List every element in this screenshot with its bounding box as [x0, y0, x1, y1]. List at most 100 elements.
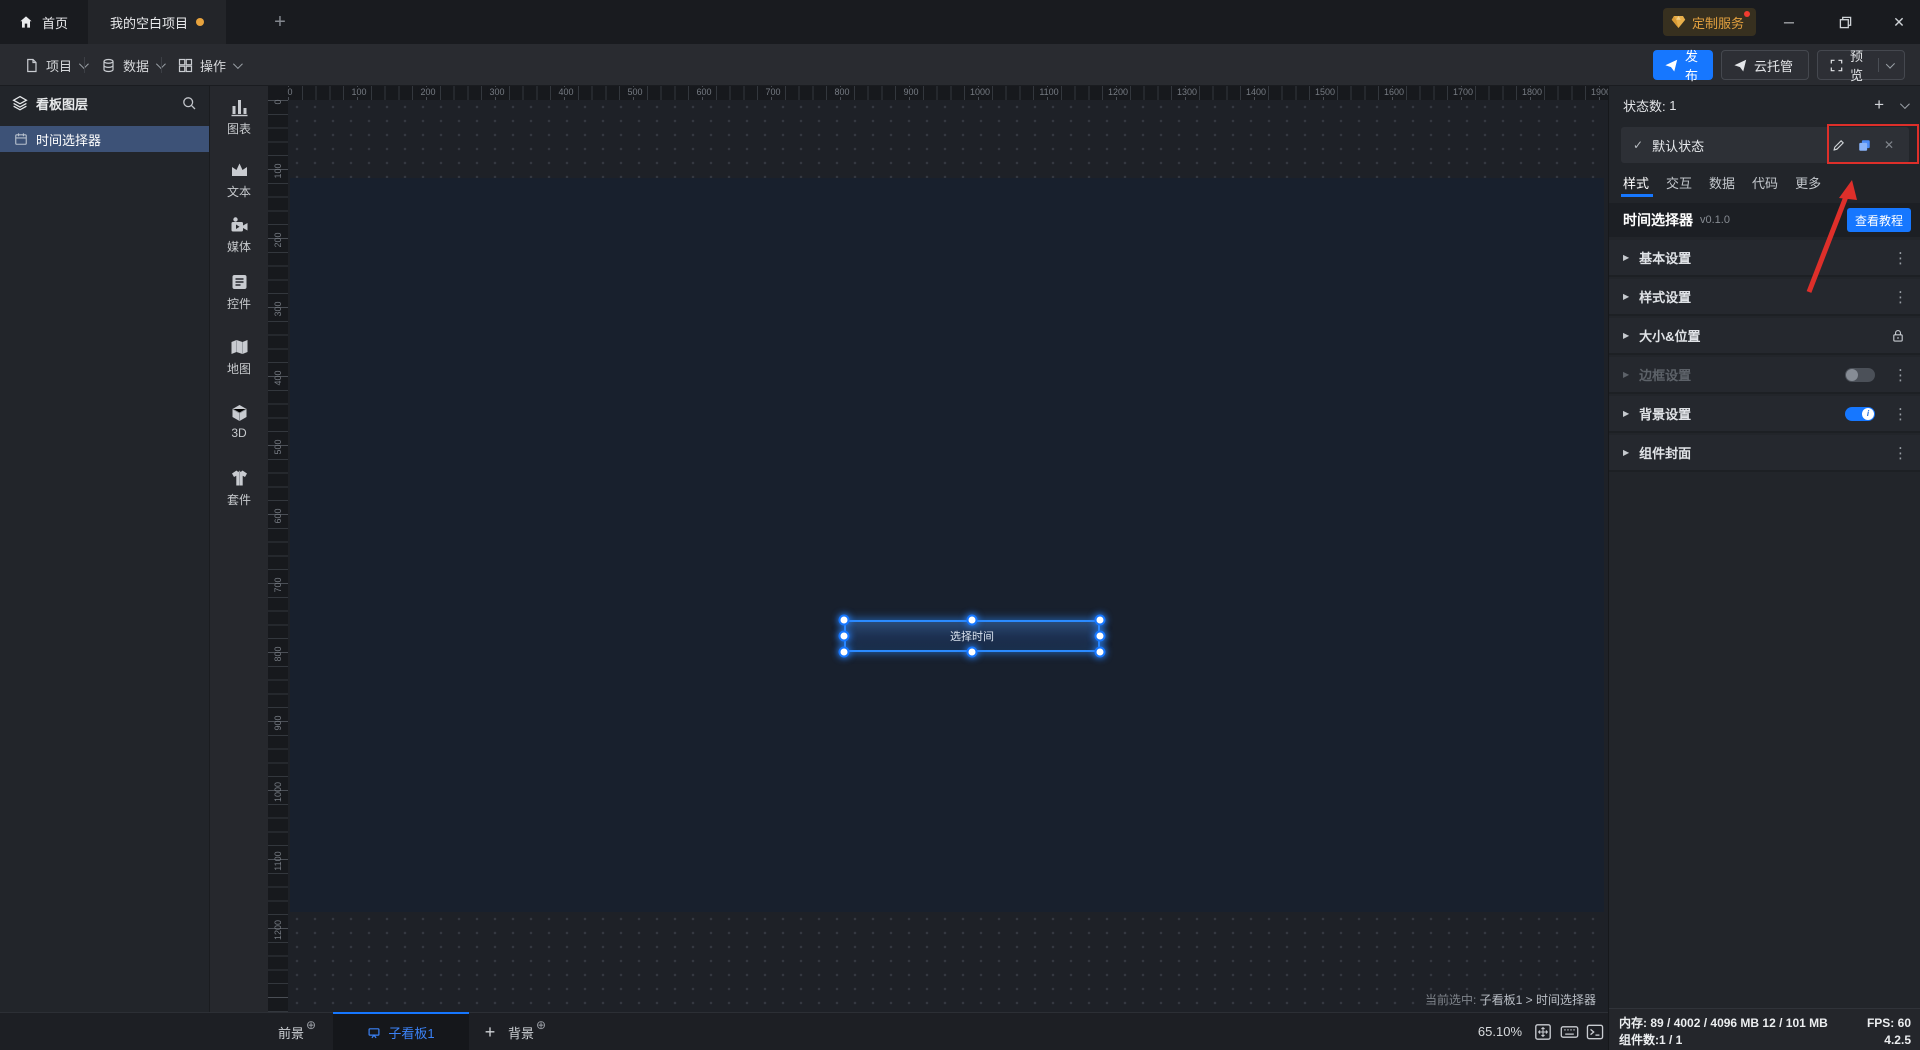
background-group[interactable]: 背景 ⊕: [508, 1013, 546, 1050]
zoom-level[interactable]: 65.10%: [1462, 1024, 1522, 1039]
section-size-position[interactable]: ▶ 大小&位置: [1609, 318, 1920, 355]
plus-icon: +: [485, 1022, 496, 1043]
kebab-menu-icon[interactable]: ⋮: [1893, 405, 1907, 423]
restore-icon: [1839, 16, 1852, 29]
fit-screen-button[interactable]: [1532, 1022, 1554, 1042]
time-picker-widget[interactable]: 选择时间: [844, 620, 1100, 652]
console-button[interactable]: [1584, 1022, 1606, 1042]
component-header: 时间选择器 v0.1.0 查看教程: [1609, 203, 1920, 237]
preview-button[interactable]: 预览: [1817, 50, 1905, 80]
foreground-group[interactable]: 前景 ⊕: [278, 1013, 316, 1050]
shortcut-keys-button[interactable]: [1558, 1022, 1580, 1042]
project-tab[interactable]: 我的空白项目: [88, 0, 226, 44]
kebab-menu-icon[interactable]: ⋮: [1893, 366, 1907, 384]
dashboard-board[interactable]: 选择时间: [290, 178, 1604, 912]
easel-icon: [367, 1026, 381, 1040]
menu-operate-label: 操作: [200, 56, 226, 75]
home-tab[interactable]: 首页: [0, 0, 86, 44]
border-toggle-off[interactable]: [1845, 368, 1875, 382]
kebab-menu-icon[interactable]: ⋮: [1893, 288, 1907, 306]
add-board-button[interactable]: +: [478, 1013, 502, 1050]
title-bar: 首页 我的空白项目 + 定制服务 ─ ✕: [0, 0, 1920, 44]
tshirt-icon: [229, 468, 250, 488]
calendar-icon: [14, 132, 28, 146]
section-background-settings[interactable]: ▶ 背景设置 i ⋮: [1609, 396, 1920, 433]
publish-button[interactable]: 发布: [1653, 50, 1713, 80]
add-background-icon[interactable]: ⊕: [536, 1018, 546, 1032]
chevron-down-icon[interactable]: [1900, 99, 1910, 109]
terminal-icon: [1586, 1024, 1604, 1040]
section-component-cover[interactable]: ▶ 组件封面 ⋮: [1609, 435, 1920, 472]
section-style-settings[interactable]: ▶ 样式设置 ⋮: [1609, 279, 1920, 316]
layer-item-time-picker[interactable]: 时间选择器: [0, 126, 209, 152]
project-tab-label: 我的空白项目: [110, 13, 188, 32]
kebab-menu-icon[interactable]: ⋮: [1893, 444, 1907, 462]
selection-handle-se[interactable]: [1097, 649, 1104, 656]
search-icon[interactable]: [181, 95, 197, 111]
caret-icon: ▶: [1623, 409, 1629, 418]
toolbox-item-label: 3D: [231, 426, 246, 440]
selection-handle-nw[interactable]: [841, 617, 848, 624]
add-foreground-icon[interactable]: ⊕: [306, 1018, 316, 1032]
keyboard-icon: [1560, 1024, 1579, 1040]
selection-handle-e[interactable]: [1097, 633, 1104, 640]
kebab-menu-icon[interactable]: ⋮: [1893, 249, 1907, 267]
toolbox-item-3d[interactable]: 3D: [210, 403, 268, 440]
toolbox-item-media[interactable]: 媒体: [210, 215, 268, 255]
canvas-area[interactable]: 0100200300400500600700800900100011001200…: [268, 86, 1608, 1012]
h-ruler: 0100200300400500600700800900100011001200…: [288, 86, 1608, 100]
selection-handle-w[interactable]: [841, 633, 848, 640]
map-icon: [229, 337, 250, 357]
unsaved-dot-icon: [196, 18, 204, 26]
app-version: 4.2.5: [1884, 1033, 1911, 1047]
selection-status: 当前选中: 子看板1 > 时间选择器: [1425, 991, 1596, 1008]
tab-data[interactable]: 数据: [1709, 170, 1735, 198]
tab-code[interactable]: 代码: [1752, 170, 1778, 198]
section-basic-settings[interactable]: ▶ 基本设置 ⋮: [1609, 240, 1920, 277]
selection-handle-sw[interactable]: [841, 649, 848, 656]
inspector-panel: 状态数: 1 + ✓ 默认状态 ✕ 样式 交互 数据 代码 更多 时间选择器 v…: [1608, 86, 1920, 1050]
add-state-button[interactable]: +: [1874, 95, 1884, 115]
annotation-red-box: [1827, 124, 1919, 164]
new-tab-button[interactable]: +: [262, 0, 298, 44]
selection-handle-ne[interactable]: [1097, 617, 1104, 624]
close-button[interactable]: ✕: [1882, 0, 1916, 44]
tutorial-button[interactable]: 查看教程: [1847, 208, 1911, 232]
toolbox-item-widgets[interactable]: 控件: [210, 272, 268, 312]
background-label: 背景: [508, 1023, 534, 1042]
selection-handle-s[interactable]: [969, 649, 976, 656]
menu-operate[interactable]: 操作: [162, 44, 256, 86]
board-tab-active[interactable]: 子看板1: [333, 1012, 469, 1050]
video-camera-icon: [229, 215, 250, 235]
toolbox-item-text[interactable]: 文本: [210, 160, 268, 200]
toolbox-item-label: 套件: [227, 491, 251, 508]
text-icon: [229, 160, 250, 180]
section-border-settings[interactable]: ▶ 边框设置 ⋮: [1609, 357, 1920, 394]
fullscreen-brackets-icon: [1830, 59, 1843, 72]
toolbox-item-charts[interactable]: 图表: [210, 97, 268, 137]
cloud-host-button[interactable]: 云托管: [1721, 50, 1809, 80]
custom-service-badge[interactable]: 定制服务: [1663, 8, 1756, 36]
tab-interaction[interactable]: 交互: [1666, 170, 1692, 198]
home-icon: [18, 14, 34, 30]
restore-button[interactable]: [1828, 0, 1862, 44]
menu-data-label: 数据: [123, 56, 149, 75]
cloud-host-label: 云托管: [1754, 56, 1793, 75]
toolbox-item-label: 控件: [227, 295, 251, 312]
selection-handle-n[interactable]: [969, 617, 976, 624]
components-value: 1 / 1: [1659, 1033, 1682, 1047]
tab-more[interactable]: 更多: [1795, 170, 1821, 198]
section-label: 基本设置: [1639, 248, 1883, 267]
toolbox-item-map[interactable]: 地图: [210, 337, 268, 377]
memory-label: 内存:: [1619, 1014, 1647, 1031]
cube-icon: [229, 403, 250, 423]
fps-value: 60: [1898, 1016, 1911, 1030]
background-toggle-on[interactable]: i: [1845, 407, 1875, 421]
menu-project-label: 项目: [46, 56, 72, 75]
minimize-button[interactable]: ─: [1772, 0, 1806, 44]
layers-panel-title: 看板图层: [36, 94, 88, 113]
foreground-label: 前景: [278, 1023, 304, 1042]
lock-icon[interactable]: [1891, 328, 1905, 343]
toolbox-item-kits[interactable]: 套件: [210, 468, 268, 508]
app-window: 首页 我的空白项目 + 定制服务 ─ ✕ 项目 数据: [0, 0, 1920, 1050]
